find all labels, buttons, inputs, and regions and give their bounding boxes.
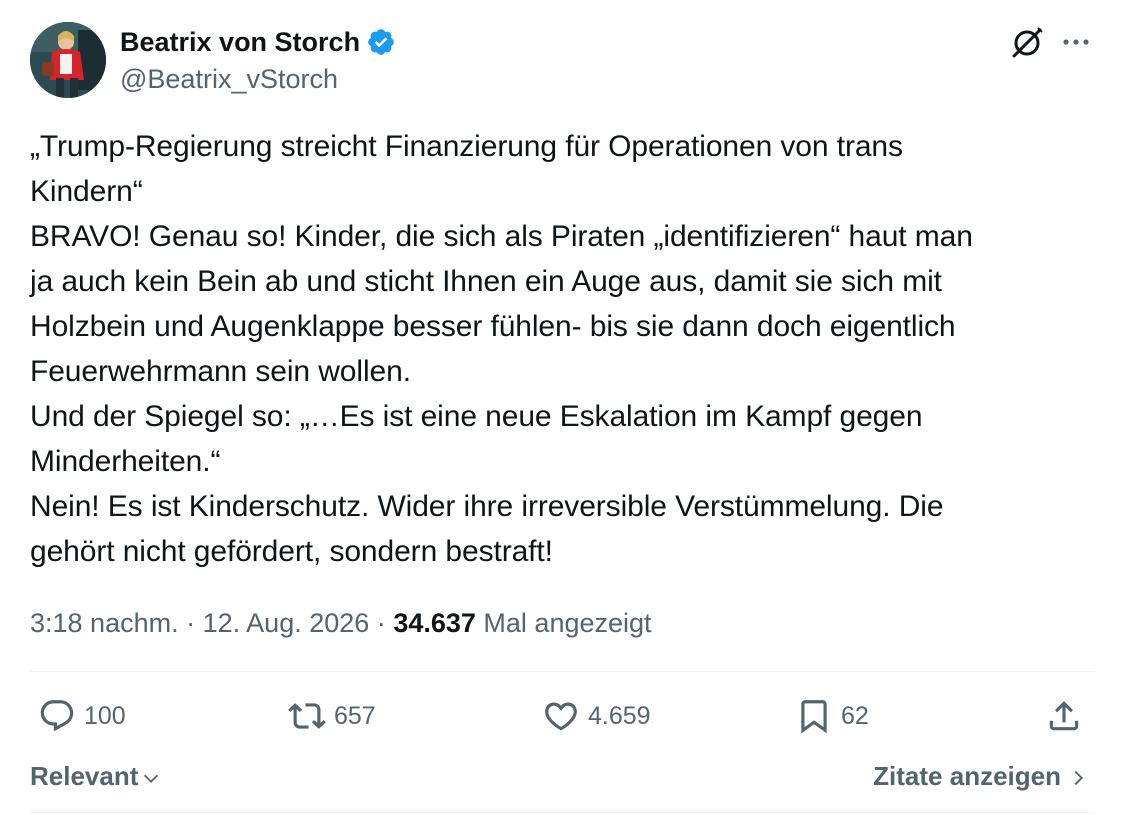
more-options-icon[interactable] [1060, 26, 1092, 58]
avatar-image [30, 22, 106, 98]
grok-icon[interactable] [1008, 24, 1046, 62]
display-name[interactable]: Beatrix von Storch [120, 24, 360, 60]
repost-icon [288, 703, 326, 729]
sort-dropdown[interactable]: Relevant [30, 756, 162, 796]
like-icon [545, 702, 577, 731]
divider [30, 671, 1095, 672]
quotes-label: Zitate anzeigen [873, 761, 1061, 791]
action-bar: 100 657 4.659 62 [30, 690, 1095, 746]
tweet-meta: 3:18 nachm. · 12. Aug. 2026 · 34.637 Mal… [30, 603, 652, 643]
meta-separator: · [186, 608, 196, 638]
author-handle[interactable]: @Beatrix_vStorch [120, 59, 396, 99]
chevron-right-icon [1074, 770, 1083, 786]
tweet-footer: Relevant Zitate anzeigen [30, 756, 1095, 796]
reply-icon [40, 700, 74, 732]
reply-count: 100 [84, 701, 126, 730]
share-icon [1049, 701, 1079, 731]
tweet-header: Beatrix von Storch @Beatrix_vStorch [30, 22, 1095, 100]
share-button[interactable] [1045, 696, 1083, 736]
tweet-time[interactable]: 3:18 nachm. [30, 608, 179, 638]
sort-label: Relevant [30, 761, 139, 791]
avatar[interactable] [30, 22, 106, 98]
repost-count: 657 [334, 701, 376, 730]
views-count: 34.637 [393, 608, 476, 638]
bookmark-icon [801, 700, 827, 734]
bookmark-count: 62 [841, 701, 869, 730]
views-label: Mal angezeigt [483, 608, 652, 638]
tweet-text: „Trump-Regierung streicht Finanzierung f… [30, 130, 973, 568]
name-row: Beatrix von Storch [120, 24, 396, 60]
verified-badge-icon[interactable] [366, 27, 396, 57]
meta-separator: · [376, 608, 386, 638]
tweet-date[interactable]: 12. Aug. 2026 [203, 608, 370, 638]
reply-button[interactable]: 100 [38, 696, 126, 736]
author-info: Beatrix von Storch @Beatrix_vStorch [120, 24, 396, 99]
like-count: 4.659 [588, 701, 651, 730]
divider [30, 812, 1095, 813]
like-button[interactable]: 4.659 [542, 696, 651, 736]
repost-button[interactable]: 657 [288, 696, 376, 736]
chevron-down-icon [144, 774, 159, 783]
view-quotes-link[interactable]: Zitate anzeigen [873, 756, 1089, 796]
bookmark-button[interactable]: 62 [795, 696, 869, 736]
